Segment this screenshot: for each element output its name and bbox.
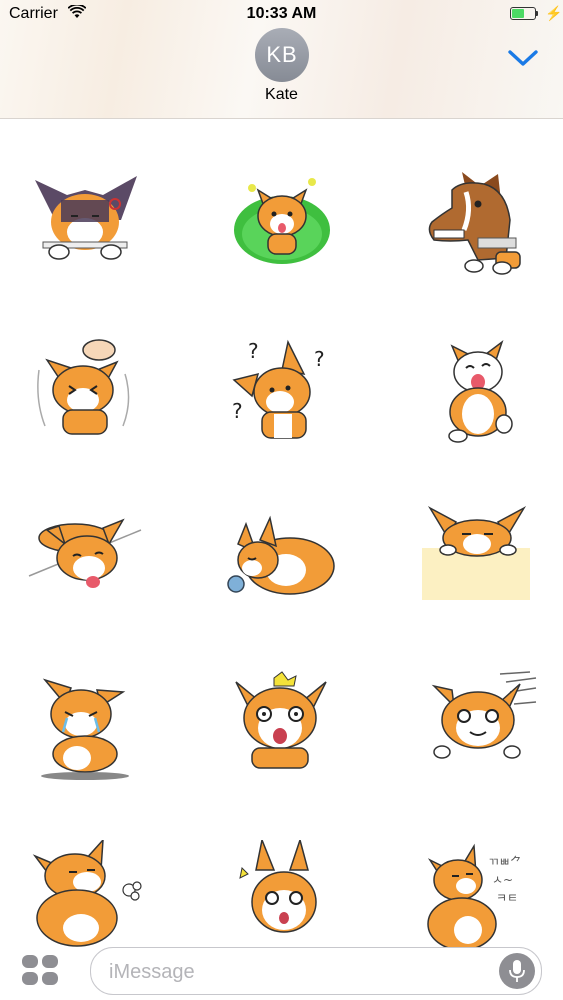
app-drawer-icon-dot bbox=[42, 955, 58, 968]
sticker-corgi-head-pat[interactable] bbox=[25, 330, 145, 450]
microphone-button[interactable] bbox=[499, 953, 535, 989]
battery-tip bbox=[536, 11, 538, 16]
microphone-icon bbox=[509, 960, 525, 982]
conversation-header: Carrier 10:33 AM ⚡ KB Kate bbox=[0, 0, 563, 119]
app-drawer-icon-dot bbox=[22, 972, 38, 985]
sticker-corgi-horse-mask[interactable] bbox=[422, 160, 542, 280]
sticker-corgi-gloomy[interactable] bbox=[25, 160, 145, 280]
status-time: 10:33 AM bbox=[246, 5, 317, 22]
app-drawer-icon-dot bbox=[42, 972, 58, 985]
message-input-container bbox=[90, 947, 542, 996]
sticker-corgi-dashing[interactable] bbox=[422, 670, 542, 790]
sticker-corgi-lying-tongue-out[interactable] bbox=[25, 500, 145, 620]
charging-bolt-icon: ⚡ bbox=[545, 5, 563, 21]
sticker-corgi-grumbling[interactable]: ㄲㅃ⺈ ㅅ~ ㅋㅌ bbox=[422, 840, 542, 960]
chevron-down-icon[interactable] bbox=[506, 46, 540, 70]
sticker-corgi-in-grass[interactable] bbox=[222, 160, 342, 280]
status-bar: Carrier 10:33 AM ⚡ bbox=[0, 0, 563, 30]
svg-text:?: ? bbox=[314, 347, 325, 371]
svg-text:?: ? bbox=[232, 399, 243, 423]
battery-icon bbox=[510, 7, 536, 20]
svg-text:ㅋㅌ: ㅋㅌ bbox=[496, 891, 518, 905]
sticker-corgi-laughing[interactable] bbox=[422, 330, 542, 450]
sticker-corgi-confused[interactable]: ? ? ? bbox=[222, 330, 342, 450]
sticker-corgi-peeking-over-sign[interactable] bbox=[422, 500, 542, 620]
sticker-corgi-surprised[interactable] bbox=[222, 840, 342, 960]
message-input[interactable] bbox=[107, 948, 491, 996]
svg-text:ㅅ~: ㅅ~ bbox=[492, 873, 513, 887]
contact-avatar[interactable]: KB bbox=[255, 28, 309, 82]
sticker-corgi-sleeping[interactable] bbox=[222, 500, 342, 620]
app-drawer-icon-dot bbox=[22, 955, 38, 968]
contact-name[interactable]: Kate bbox=[0, 86, 563, 104]
sticker-corgi-huffing[interactable] bbox=[25, 840, 145, 960]
svg-text:ㄲㅃ⺈: ㄲㅃ⺈ bbox=[488, 854, 522, 869]
svg-text:?: ? bbox=[248, 339, 259, 363]
battery-fill bbox=[512, 9, 524, 18]
sticker-corgi-shocked[interactable] bbox=[222, 670, 342, 790]
app-drawer-button[interactable] bbox=[20, 953, 60, 987]
sticker-corgi-crying[interactable] bbox=[25, 670, 145, 790]
